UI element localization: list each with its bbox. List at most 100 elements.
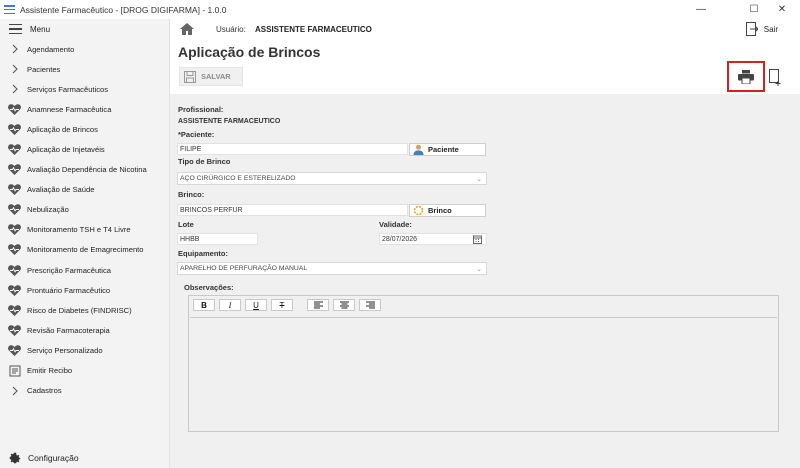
equipamento-label: Equipamento: bbox=[178, 249, 228, 258]
window-title: Assistente Farmacêutico - [DROG DIGIFARM… bbox=[20, 4, 227, 15]
top-header: Usuário: ASSISTENTE FARMACEUTICO Sair bbox=[170, 19, 800, 39]
sidebar-item[interactable]: Agendamento bbox=[0, 39, 169, 59]
sidebar-item-label: Avaliação de Saúde bbox=[27, 185, 95, 195]
sidebar-item[interactable]: Serviço Personalizado bbox=[0, 340, 169, 360]
sidebar-nav: Agendamento Pacientes Serviços Farmacêutic… bbox=[0, 39, 169, 401]
paciente-value: FILIPE bbox=[180, 145, 202, 153]
sidebar-item[interactable]: Serviços Farmacêuticos bbox=[0, 79, 169, 99]
sidebar-item-label: Emitir Recibo bbox=[27, 366, 73, 376]
align-left-button[interactable] bbox=[307, 299, 329, 311]
heart-pulse-icon bbox=[8, 164, 21, 176]
lote-field[interactable]: HHBB bbox=[177, 233, 258, 245]
sidebar-item-label: Cadastros bbox=[27, 386, 62, 396]
equipamento-value: APARELHO DE PERFURAÇÃO MANUAL bbox=[180, 265, 308, 272]
editor-toolbar: B I U T bbox=[190, 297, 385, 313]
chevron-right-icon bbox=[8, 43, 21, 55]
validade-field[interactable]: 28/07/2026 bbox=[379, 233, 487, 245]
sidebar-item-label: Risco de Diabetes (FINDRISC) bbox=[27, 305, 132, 315]
strikethrough-button[interactable]: T bbox=[271, 299, 293, 311]
sidebar-item[interactable]: Pacientes bbox=[0, 59, 169, 79]
brinco-value: BRINCOS PERFUR bbox=[180, 206, 243, 214]
italic-button[interactable]: I bbox=[219, 299, 241, 311]
sidebar-item-label: Prescrição Farmacêutica bbox=[27, 265, 111, 275]
sidebar-item-label: Monitoramento de Emagrecimento bbox=[27, 245, 144, 255]
heart-pulse-icon bbox=[8, 184, 21, 196]
paciente-search-button[interactable]: Paciente bbox=[409, 143, 486, 156]
chevron-down-icon: ⌄ bbox=[476, 266, 482, 273]
validade-value: 28/07/2026 bbox=[382, 235, 418, 243]
chevron-right-icon bbox=[8, 63, 21, 75]
page-title: Aplicação de Brincos bbox=[178, 44, 321, 60]
validade-label: Validade: bbox=[379, 220, 412, 229]
sidebar-item-label: Anamnese Farmacêutica bbox=[27, 104, 112, 114]
align-right-icon bbox=[365, 301, 375, 309]
tipo-brinco-select[interactable]: AÇO CIRÚRGICO E ESTERELIZADO ⌄ bbox=[177, 172, 487, 185]
sidebar-item[interactable]: Risco de Diabetes (FINDRISC) bbox=[0, 300, 169, 320]
sidebar-item[interactable]: Prontuário Farmacêutico bbox=[0, 280, 169, 300]
sidebar-item[interactable]: Avaliação de Saúde bbox=[0, 180, 169, 200]
logout-label: Sair bbox=[763, 24, 778, 34]
sidebar-item[interactable]: Emitir Recibo bbox=[0, 361, 169, 381]
sidebar-item-label: Aplicação de Injetavéis bbox=[27, 145, 105, 155]
sidebar-item[interactable]: Cadastros bbox=[0, 381, 169, 401]
observacoes-editor: B I U T bbox=[188, 295, 779, 432]
logout-button[interactable]: Sair bbox=[745, 22, 778, 36]
sidebar-item[interactable]: Avaliação Dependência de Nicotina bbox=[0, 160, 169, 180]
sidebar-item[interactable]: Monitoramento de Emagrecimento bbox=[0, 240, 169, 260]
new-document-button[interactable] bbox=[769, 69, 782, 88]
calendar-icon[interactable] bbox=[473, 235, 482, 244]
paciente-field[interactable]: FILIPE bbox=[177, 143, 408, 155]
underline-button[interactable]: U bbox=[245, 299, 267, 311]
align-center-button[interactable] bbox=[333, 299, 355, 311]
close-button[interactable]: ✕ bbox=[764, 0, 800, 19]
heart-pulse-icon bbox=[8, 264, 21, 276]
save-label: SALVAR bbox=[201, 72, 231, 81]
home-button[interactable] bbox=[180, 23, 194, 37]
sidebar-item-label: Nebulização bbox=[27, 205, 69, 215]
sidebar-item[interactable]: Revisão Farmacoterapia bbox=[0, 320, 169, 340]
heart-pulse-icon bbox=[8, 244, 21, 256]
sidebar-item[interactable]: Aplicação de Brincos bbox=[0, 119, 169, 139]
new-document-icon bbox=[769, 69, 781, 86]
config-button[interactable]: Configuração bbox=[8, 450, 79, 466]
align-right-button[interactable] bbox=[359, 299, 381, 311]
sidebar-item[interactable]: Nebulização bbox=[0, 200, 169, 220]
brinco-search-button[interactable]: Brinco bbox=[409, 204, 486, 217]
profissional-value: ASSISTENTE FARMACEUTICO bbox=[178, 118, 281, 125]
save-button[interactable]: SALVAR bbox=[179, 67, 243, 86]
heart-pulse-icon bbox=[8, 344, 21, 356]
heart-pulse-icon bbox=[8, 324, 21, 336]
gear-icon bbox=[9, 452, 21, 464]
heart-pulse-icon bbox=[8, 144, 21, 156]
align-center-icon bbox=[339, 301, 349, 309]
sidebar-item-label: Revisão Farmacoterapia bbox=[27, 325, 110, 335]
hamburger-icon bbox=[9, 24, 22, 34]
user-name: ASSISTENTE FARMACEUTICO bbox=[255, 25, 372, 34]
patient-icon bbox=[413, 144, 424, 155]
equipamento-select[interactable]: APARELHO DE PERFURAÇÃO MANUAL ⌄ bbox=[177, 262, 487, 275]
minimize-button[interactable]: — bbox=[683, 0, 719, 19]
sidebar-item[interactable]: Monitoramento TSH e T4 Livre bbox=[0, 220, 169, 240]
sidebar-item[interactable]: Anamnese Farmacêutica bbox=[0, 99, 169, 119]
sidebar-item-label: Serviços Farmacêuticos bbox=[27, 84, 109, 94]
underline-icon: U bbox=[253, 300, 259, 310]
observacoes-textarea[interactable] bbox=[190, 317, 777, 431]
sidebar-item-label: Avaliação Dependência de Nicotina bbox=[27, 165, 147, 175]
brinco-field[interactable]: BRINCOS PERFUR bbox=[177, 204, 408, 216]
menu-toggle[interactable]: Menu bbox=[0, 19, 169, 39]
observacoes-label: Observações: bbox=[184, 283, 234, 292]
sidebar: Menu Agendamento Pacientes Serviços Farmac… bbox=[0, 19, 170, 468]
sidebar-item[interactable]: Aplicação de Injetavéis bbox=[0, 139, 169, 159]
brinco-label: Brinco: bbox=[178, 190, 205, 199]
sidebar-item[interactable]: Prescrição Farmacêutica bbox=[0, 260, 169, 280]
floppy-icon bbox=[184, 70, 196, 83]
heart-pulse-icon bbox=[8, 284, 21, 296]
bold-button[interactable]: B bbox=[193, 299, 215, 311]
align-left-icon bbox=[313, 301, 323, 309]
ring-icon bbox=[413, 205, 424, 216]
print-button[interactable] bbox=[727, 61, 765, 92]
chevron-right-icon bbox=[8, 83, 21, 95]
home-icon bbox=[180, 23, 194, 35]
config-label: Configuração bbox=[28, 453, 79, 463]
receipt-icon bbox=[8, 365, 21, 377]
